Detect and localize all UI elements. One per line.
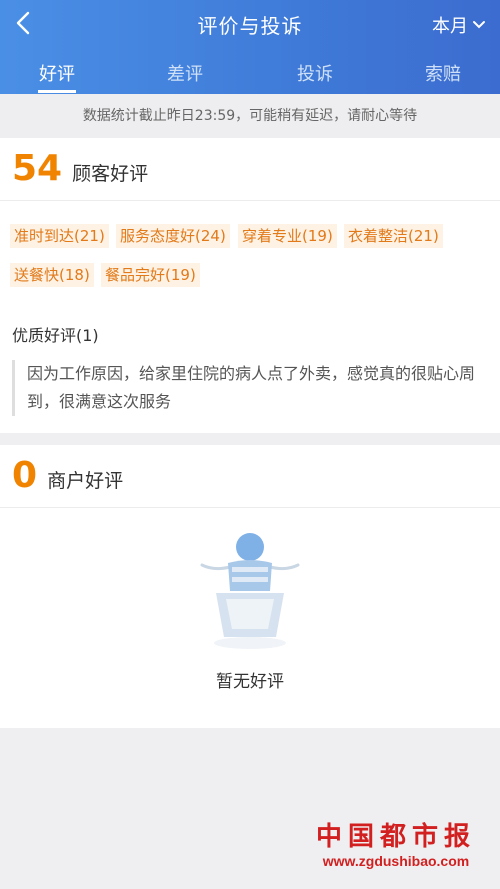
quality-review-text: 因为工作原因，给家里住院的病人点了外卖，感觉真的很贴心周到，很满意这次服务 <box>12 360 497 416</box>
app-header: 评价与投诉 本月 好评 差评 投诉 索赔 <box>0 0 500 94</box>
empty-box-icon <box>200 533 300 649</box>
watermark-title: 中国都市报 <box>315 822 476 852</box>
customer-review-count: 54 <box>12 148 63 189</box>
merchant-reviews-card: 0 商户好评 暂无好评 <box>0 445 500 728</box>
customer-review-stat: 54 顾客好评 <box>12 148 148 189</box>
tab-bad-reviews[interactable]: 差评 <box>167 60 203 86</box>
tab-complaints[interactable]: 投诉 <box>297 60 333 86</box>
merchant-review-label: 商户好评 <box>47 470 124 492</box>
tab-good-reviews[interactable]: 好评 <box>39 60 75 86</box>
customer-review-label: 顾客好评 <box>72 163 149 185</box>
watermark: 中国都市报 www.zgdushibao.com <box>316 816 476 869</box>
period-label: 本月 <box>432 16 468 37</box>
divider <box>0 200 500 201</box>
page-title: 评价与投诉 <box>197 14 303 38</box>
data-notice: 数据统计截止昨日23:59，可能稍有延迟，请耐心等待 <box>0 94 500 138</box>
period-selector[interactable]: 本月 <box>432 12 486 38</box>
review-tag: 送餐快(18) <box>10 263 94 287</box>
review-tag: 服务态度好(24) <box>116 224 230 248</box>
tab-bar: 好评 差评 投诉 索赔 <box>0 56 500 94</box>
review-tag: 餐品完好(19) <box>101 263 200 287</box>
review-tag: 穿着专业(19) <box>238 224 337 248</box>
tab-claims[interactable]: 索赔 <box>425 60 461 86</box>
customer-reviews-card: 54 顾客好评 准时到达(21) 服务态度好(24) 穿着专业(19) 衣着整洁… <box>0 138 500 433</box>
merchant-review-stat: 0 商户好评 <box>12 455 123 496</box>
divider <box>0 507 500 508</box>
chevron-down-icon <box>473 21 485 29</box>
review-tag: 准时到达(21) <box>10 224 109 248</box>
watermark-url: www.zgdushibao.com <box>322 853 470 869</box>
active-tab-indicator <box>38 90 76 93</box>
merchant-review-count: 0 <box>12 455 38 496</box>
quality-review-title: 优质好评(1) <box>12 326 99 345</box>
review-tag: 衣着整洁(21) <box>344 224 443 248</box>
empty-state-text: 暂无好评 <box>216 672 284 692</box>
